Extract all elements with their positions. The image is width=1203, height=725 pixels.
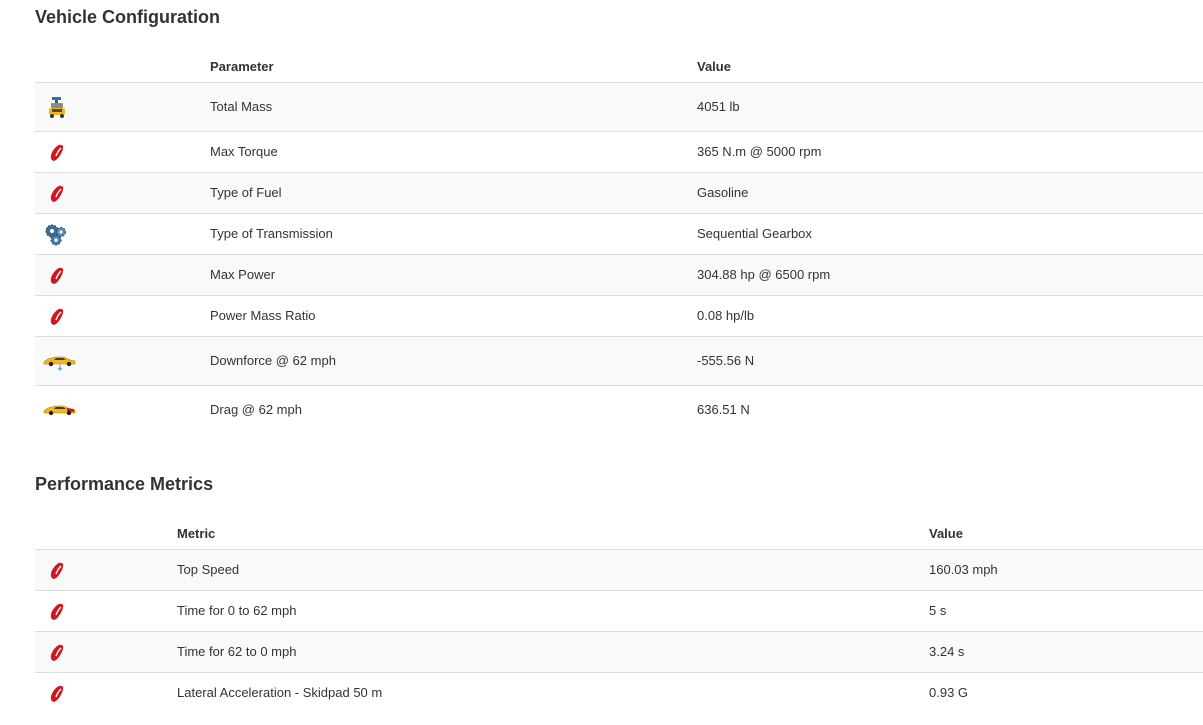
performance-metrics-table: Metric Value Top Speed 160.03 mph Time f…: [35, 514, 1203, 713]
pepper-icon: [43, 182, 73, 204]
parameter-cell: Type of Transmission: [210, 212, 697, 254]
parameter-cell: Type of Fuel: [210, 171, 697, 213]
pepper-icon: [43, 141, 73, 163]
metric-cell: Time for 0 to 62 mph: [177, 589, 929, 631]
metric-cell: Time for 62 to 0 mph: [177, 630, 929, 672]
value-cell: 4051 lb: [697, 82, 1203, 131]
car-downforce-icon: [43, 350, 76, 372]
value-cell: 5 s: [929, 589, 1203, 631]
pepper-icon: [43, 264, 73, 286]
table-row: Power Mass Ratio 0.08 hp/lb: [35, 294, 1203, 336]
table-header-row: Metric Value: [35, 514, 1203, 550]
parameter-cell: Max Torque: [210, 130, 697, 172]
gears-icon: [43, 223, 73, 245]
table-row: Max Torque 365 N.m @ 5000 rpm: [35, 130, 1203, 172]
parameter-cell: Downforce @ 62 mph: [210, 335, 697, 385]
performance-metrics-title: Performance Metrics: [35, 474, 214, 494]
table-row: Time for 62 to 0 mph 3.24 s: [35, 630, 1203, 672]
value-cell: 0.93 G: [929, 671, 1203, 713]
car-drag-icon: [43, 399, 76, 421]
table-row: Max Power 304.88 hp @ 6500 rpm: [35, 253, 1203, 295]
parameter-cell: Drag @ 62 mph: [210, 384, 697, 434]
table-row: Downforce @ 62 mph -555.56 N: [35, 335, 1203, 385]
table-row: Lateral Acceleration - Skidpad 50 m 0.93…: [35, 671, 1203, 713]
value-cell: Gasoline: [697, 171, 1203, 213]
pepper-icon: [43, 641, 73, 663]
value-cell: 365 N.m @ 5000 rpm: [697, 130, 1203, 172]
table-header-row: Parameter Value: [35, 47, 1203, 83]
parameter-cell: Max Power: [210, 253, 697, 295]
value-header: Value: [929, 514, 1203, 550]
vehicle-config-table: Parameter Value Total Mass 4051 lb Max T…: [35, 47, 1203, 434]
value-cell: 0.08 hp/lb: [697, 294, 1203, 336]
parameter-cell: Power Mass Ratio: [210, 294, 697, 336]
table-row: Type of Transmission Sequential Gearbox: [35, 212, 1203, 254]
vehicle-config-title: Vehicle Configuration: [35, 7, 221, 27]
parameter-header: Parameter: [210, 47, 697, 83]
car-weight-icon: [43, 96, 73, 118]
pepper-icon: [43, 559, 73, 581]
pepper-icon: [43, 682, 73, 704]
value-cell: 3.24 s: [929, 630, 1203, 672]
table-row: Top Speed 160.03 mph: [35, 549, 1203, 590]
metric-cell: Top Speed: [177, 549, 929, 590]
value-cell: Sequential Gearbox: [697, 212, 1203, 254]
metric-header: Metric: [177, 514, 929, 550]
value-header: Value: [697, 47, 1203, 83]
table-row: Time for 0 to 62 mph 5 s: [35, 589, 1203, 631]
value-cell: 160.03 mph: [929, 549, 1203, 590]
value-cell: -555.56 N: [697, 335, 1203, 385]
table-row: Type of Fuel Gasoline: [35, 171, 1203, 213]
metric-cell: Lateral Acceleration - Skidpad 50 m: [177, 671, 929, 713]
parameter-cell: Total Mass: [210, 82, 697, 131]
value-cell: 304.88 hp @ 6500 rpm: [697, 253, 1203, 295]
table-row: Total Mass 4051 lb: [35, 82, 1203, 131]
pepper-icon: [43, 600, 73, 622]
pepper-icon: [43, 305, 73, 327]
value-cell: 636.51 N: [697, 384, 1203, 434]
table-row: Drag @ 62 mph 636.51 N: [35, 384, 1203, 434]
